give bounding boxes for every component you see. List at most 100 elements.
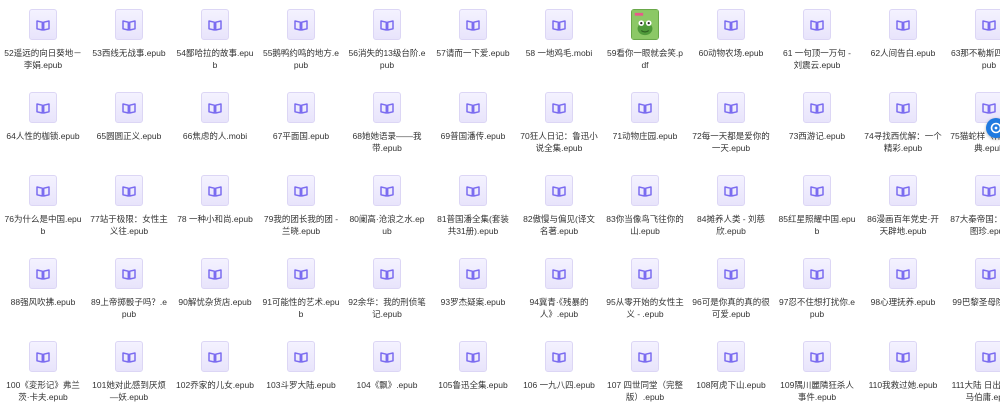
file-item[interactable]: 86漫画百年党史·开天辟地.epub xyxy=(860,166,946,249)
book-file-icon xyxy=(201,258,229,289)
file-item[interactable]: 73西游记.epub xyxy=(774,83,860,166)
file-name-label: 91可能性的艺术.epub xyxy=(262,296,340,320)
file-item[interactable]: 101她对此感到厌烦—妖.epub xyxy=(86,332,172,415)
file-item[interactable]: 79我的团长我的团 - 兰晓.epub xyxy=(258,166,344,249)
file-item[interactable]: 91可能性的艺术.epub xyxy=(258,249,344,332)
book-file-icon xyxy=(287,175,315,206)
book-file-icon xyxy=(803,175,831,206)
file-item[interactable]: 84摊养人类 - 刘慈欣.epub xyxy=(688,166,774,249)
file-item[interactable]: 76为什么是中国.epub xyxy=(0,166,86,249)
file-item[interactable]: 85红星照耀中国.epub xyxy=(774,166,860,249)
file-item[interactable]: 54鄙哈拉的故事.epub xyxy=(172,0,258,83)
file-item[interactable]: 88强风吹拂.epub xyxy=(0,249,86,332)
book-file-icon xyxy=(803,92,831,123)
file-item[interactable]: 77站于极限：女性主义往.epub xyxy=(86,166,172,249)
file-item[interactable]: 80阑高·沧浪之水.epub xyxy=(344,166,430,249)
file-name-label: 85红星照耀中国.epub xyxy=(778,213,856,237)
book-file-icon xyxy=(201,341,229,372)
file-item[interactable]: 94冀青·《残暴的人》.epub xyxy=(516,249,602,332)
file-item[interactable]: 72每一天都是爱你的一天.epub xyxy=(688,83,774,166)
file-name-label: 72每一天都是爱你的一天.epub xyxy=(692,130,770,154)
file-item[interactable]: 83你当像鸟飞往你的山.epub xyxy=(602,166,688,249)
file-item[interactable]: 81普国潘全集(套装共31册).epub xyxy=(430,166,516,249)
file-item[interactable]: 57请而一下爱.epub xyxy=(430,0,516,83)
file-item[interactable]: 89上帝掷骰子吗？.epub xyxy=(86,249,172,332)
file-item[interactable]: 104《飘》.epub xyxy=(344,332,430,415)
file-item[interactable]: 66焦虑的人.mobi xyxy=(172,83,258,166)
file-item[interactable]: 70狂人日记：鲁迅小说全集.epub xyxy=(516,83,602,166)
file-item[interactable]: 69普国潘传.epub xyxy=(430,83,516,166)
file-item[interactable]: 58 一地鸡毛.mobi xyxy=(516,0,602,83)
file-item[interactable]: 96可是你真的真的很可爱.epub xyxy=(688,249,774,332)
book-file-icon xyxy=(803,341,831,372)
file-item[interactable]: 110我救过她.epub xyxy=(860,332,946,415)
file-item[interactable]: 90解忧杂货店.epub xyxy=(172,249,258,332)
file-item[interactable]: 102乔家的儿女.epub xyxy=(172,332,258,415)
file-name-label: 109隅川麗隣狂杀人事件.epub xyxy=(778,379,856,403)
book-file-icon xyxy=(889,92,917,123)
book-file-icon xyxy=(115,9,143,40)
file-item[interactable]: 108阿虎下山.epub xyxy=(688,332,774,415)
file-item[interactable]: 53西线无战事.epub xyxy=(86,0,172,83)
file-item[interactable]: 87大秦帝国：全新插图珍.epub xyxy=(946,166,1000,249)
file-name-label: 53西线无战事.epub xyxy=(90,47,168,59)
file-item[interactable]: 68她她语录——我带.epub xyxy=(344,83,430,166)
book-file-icon xyxy=(889,258,917,289)
file-name-label: 70狂人日记：鲁迅小说全集.epub xyxy=(520,130,598,154)
file-name-label: 57请而一下爱.epub xyxy=(434,47,512,59)
file-item[interactable]: 93罗杰疑案.epub xyxy=(430,249,516,332)
file-item[interactable]: 111大陆 日出勇——马伯庸.epub xyxy=(946,332,1000,415)
file-item[interactable]: 63那不勒斯四部曲.epub xyxy=(946,0,1000,83)
file-name-label: 111大陆 日出勇——马伯庸.epub xyxy=(950,379,1000,403)
file-item[interactable]: 60动物农场.epub xyxy=(688,0,774,83)
file-item[interactable]: 52遥远的向日葵地－李娟.epub xyxy=(0,0,86,83)
file-item[interactable]: 62人间告白.epub xyxy=(860,0,946,83)
file-item[interactable]: 99巴黎圣母院.epub xyxy=(946,249,1000,332)
book-file-icon xyxy=(29,92,57,123)
file-item[interactable]: 107 四世同堂（完整版）.epub xyxy=(602,332,688,415)
book-file-icon xyxy=(373,9,401,40)
book-file-icon xyxy=(889,341,917,372)
file-name-label: 98心理抚养.epub xyxy=(864,296,942,308)
book-file-icon xyxy=(459,92,487,123)
file-item[interactable]: 65圆圆正义.epub xyxy=(86,83,172,166)
file-item[interactable]: 67平面国.epub xyxy=(258,83,344,166)
file-item[interactable]: 64人性的枷锁.epub xyxy=(0,83,86,166)
file-name-label: 80阑高·沧浪之水.epub xyxy=(348,213,426,237)
file-item[interactable]: 103斗罗大陆.epub xyxy=(258,332,344,415)
floating-assistant-button[interactable] xyxy=(986,118,1000,138)
file-item[interactable]: 56消失的13级台阶.epub xyxy=(344,0,430,83)
file-name-label: 96可是你真的真的很可爱.epub xyxy=(692,296,770,320)
file-name-label: 89上帝掷骰子吗？.epub xyxy=(90,296,168,320)
file-name-label: 58 一地鸡毛.mobi xyxy=(520,47,598,59)
file-item[interactable]: 97忍不住想打扰你.epub xyxy=(774,249,860,332)
file-name-label: 84摊养人类 - 刘慈欣.epub xyxy=(692,213,770,237)
file-item[interactable]: 82傲慢与偏见(译文名著.epub xyxy=(516,166,602,249)
file-item[interactable]: 109隅川麗隣狂杀人事件.epub xyxy=(774,332,860,415)
file-name-label: 110我救过她.epub xyxy=(864,379,942,391)
book-file-icon xyxy=(29,175,57,206)
file-name-label: 74寻找西优解：一个精彩.epub xyxy=(864,130,942,154)
file-item[interactable]: 61 一句顶一万句 - 刘震云.epub xyxy=(774,0,860,83)
file-item[interactable]: 59看你一眼就会笑.pdf xyxy=(602,0,688,83)
book-file-icon xyxy=(545,341,573,372)
file-item[interactable]: 92余华：我的刑侦笔记.epub xyxy=(344,249,430,332)
file-item[interactable]: 105鲁迅全集.epub xyxy=(430,332,516,415)
file-name-label: 68她她语录——我带.epub xyxy=(348,130,426,154)
book-file-icon xyxy=(201,9,229,40)
file-item[interactable]: 55鹅鸭约鸣的地方.epub xyxy=(258,0,344,83)
file-item[interactable]: 78 一种小和尚.epub xyxy=(172,166,258,249)
file-item[interactable]: 95从零开始的女性主义 - .epub xyxy=(602,249,688,332)
file-item[interactable]: 74寻找西优解：一个精彩.epub xyxy=(860,83,946,166)
file-item[interactable]: 98心理抚养.epub xyxy=(860,249,946,332)
file-name-label: 76为什么是中国.epub xyxy=(4,213,82,237)
file-name-label: 55鹅鸭约鸣的地方.epub xyxy=(262,47,340,71)
book-file-icon xyxy=(201,92,229,123)
file-item[interactable]: 71动物庄园.epub xyxy=(602,83,688,166)
file-name-label: 63那不勒斯四部曲.epub xyxy=(950,47,1000,71)
file-item[interactable]: 106 一九八四.epub xyxy=(516,332,602,415)
book-file-icon xyxy=(545,92,573,123)
book-file-icon xyxy=(459,175,487,206)
file-item[interactable]: 100《変形记》弗兰茨·卡夫.epub xyxy=(0,332,86,415)
book-file-icon xyxy=(975,175,1000,206)
